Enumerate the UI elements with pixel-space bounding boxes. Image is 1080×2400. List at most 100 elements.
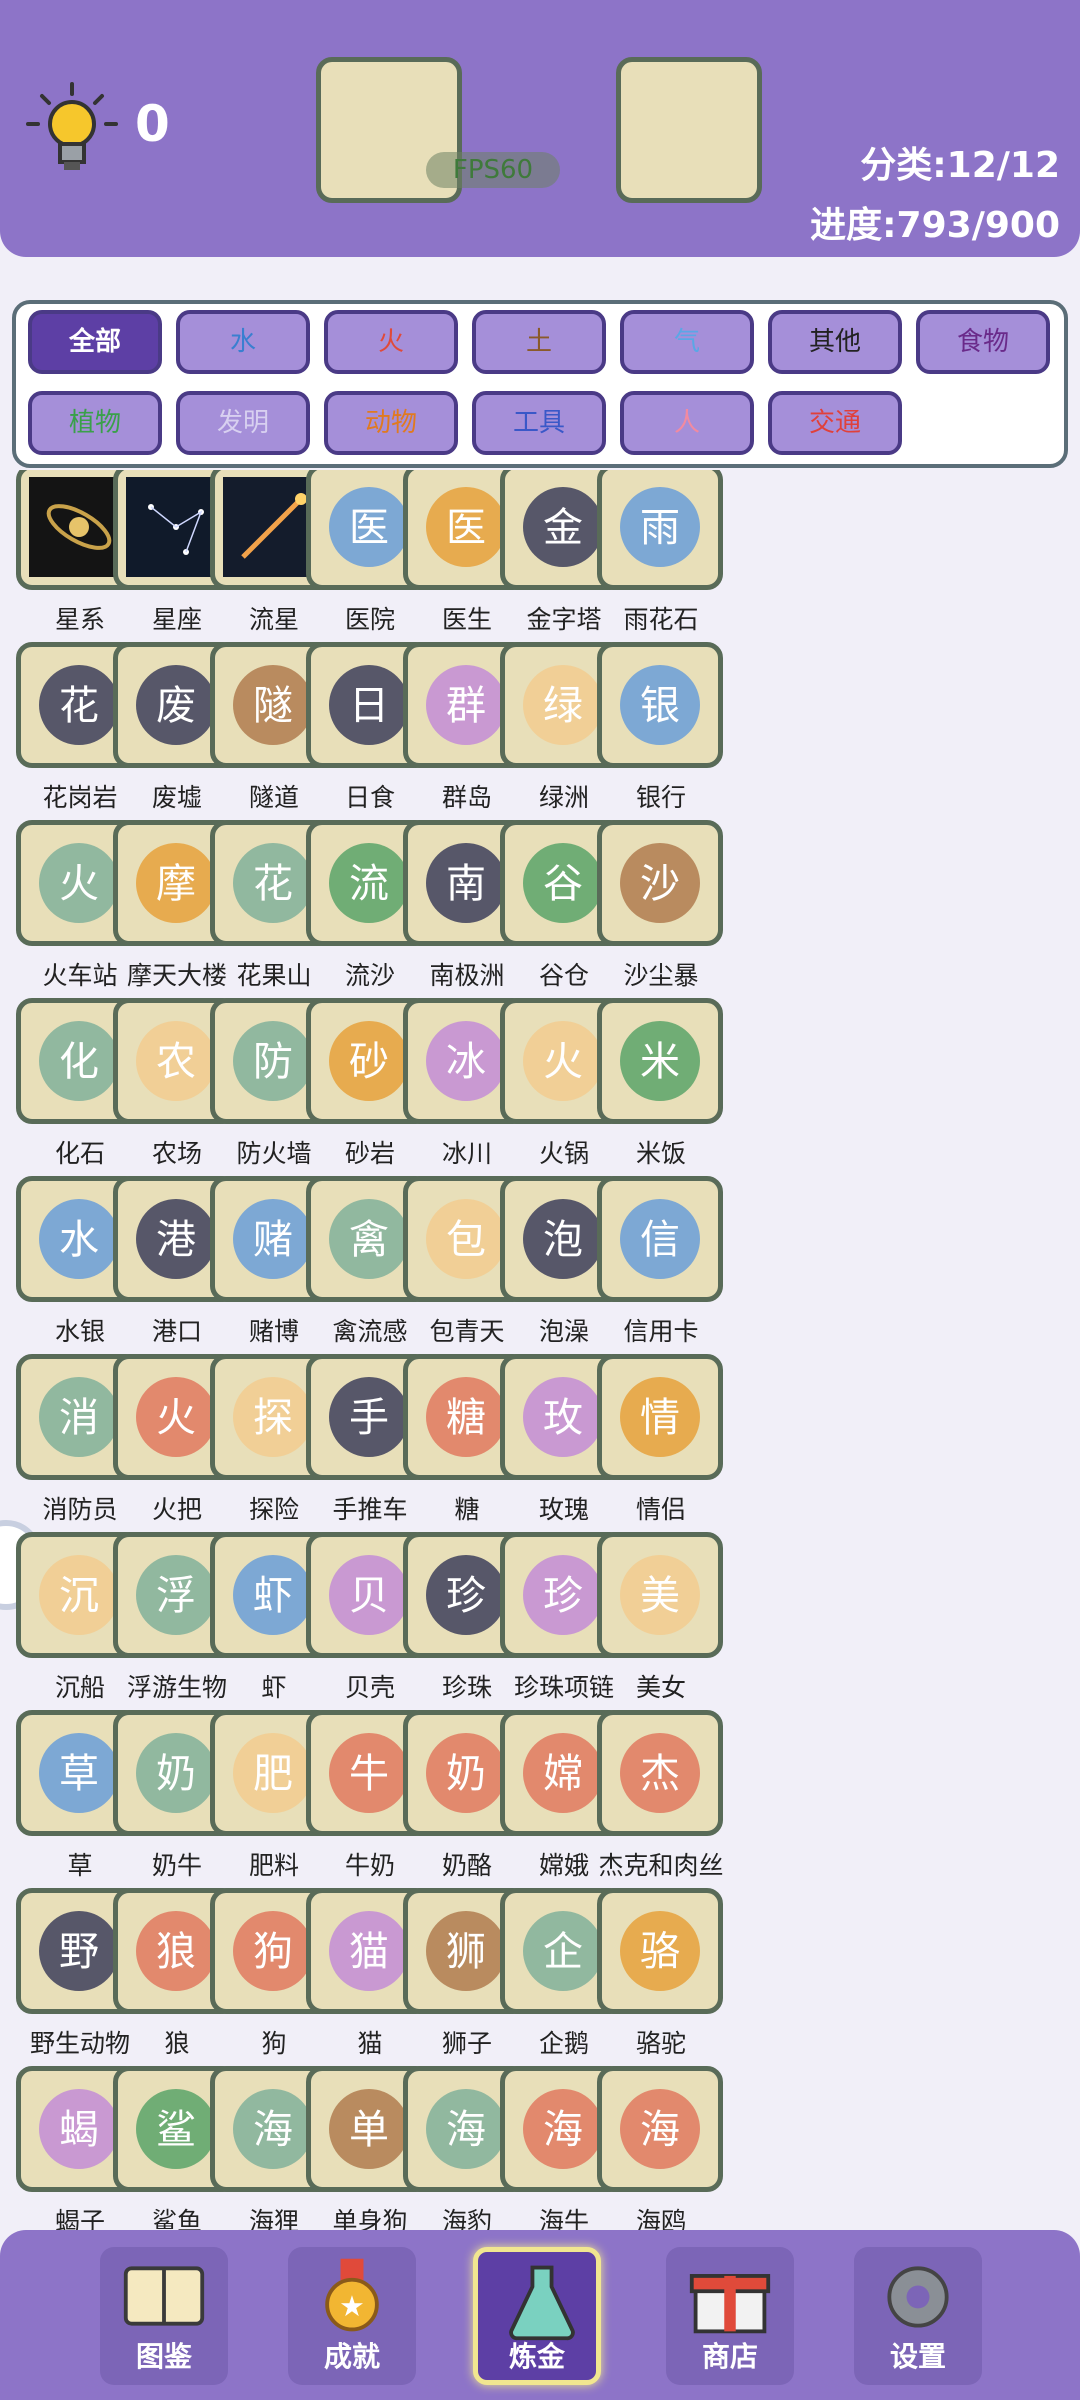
svg-text:企: 企 <box>543 1929 583 1975</box>
flask-icon <box>492 2258 592 2344</box>
svg-text:雨: 雨 <box>640 505 680 551</box>
svg-text:杰: 杰 <box>640 1751 680 1797</box>
svg-text:海: 海 <box>253 2107 293 2153</box>
svg-text:海: 海 <box>640 2107 680 2153</box>
svg-text:火: 火 <box>59 861 99 907</box>
element-label: 雨花石 <box>623 605 699 634</box>
seagull-icon[interactable]: 海 <box>597 2066 723 2192</box>
svg-text:嫦: 嫦 <box>543 1751 583 1797</box>
element-item[interactable]: 信信用卡 <box>589 1176 737 1354</box>
svg-text:医: 医 <box>349 505 389 551</box>
svg-text:狗: 狗 <box>253 1929 293 1975</box>
svg-text:信: 信 <box>640 1217 680 1263</box>
svg-text:★: ★ <box>339 2289 365 2323</box>
element-item[interactable]: 海海鸥 <box>589 2066 737 2230</box>
nav-medal[interactable]: ★ 成就 <box>288 2247 416 2385</box>
element-item[interactable]: 美美女 <box>589 1532 737 1710</box>
svg-text:沙: 沙 <box>640 861 680 907</box>
svg-text:草: 草 <box>59 1751 99 1797</box>
element-item[interactable]: 沙沙尘暴 <box>589 820 737 998</box>
nav-gear[interactable]: 设置 <box>854 2247 982 2385</box>
element-label: 骆驼 <box>635 2029 686 2058</box>
couple-icon[interactable]: 情 <box>597 1354 723 1480</box>
svg-text:珍: 珍 <box>446 1573 486 1619</box>
sandstorm-icon[interactable]: 沙 <box>597 820 723 946</box>
svg-text:花: 花 <box>253 861 293 907</box>
category-button[interactable]: 植物 <box>28 391 162 455</box>
svg-text:摩: 摩 <box>156 861 196 907</box>
bank-icon[interactable]: 银 <box>597 642 723 768</box>
woman-icon[interactable]: 美 <box>597 1532 723 1658</box>
category-button[interactable]: 动物 <box>324 391 458 455</box>
svg-text:废: 废 <box>156 683 196 729</box>
svg-text:虾: 虾 <box>253 1573 293 1619</box>
element-item[interactable]: 米米饭 <box>589 998 737 1176</box>
svg-text:奶: 奶 <box>156 1751 196 1797</box>
svg-text:牛: 牛 <box>349 1751 389 1797</box>
nav-flask[interactable]: 炼金 <box>473 2247 601 2385</box>
svg-text:冰: 冰 <box>446 1039 486 1085</box>
svg-text:金: 金 <box>543 505 583 551</box>
category-button[interactable]: 人 <box>620 391 754 455</box>
svg-text:珍: 珍 <box>543 1573 583 1619</box>
element-label: 情侣 <box>635 1495 686 1524</box>
category-button[interactable]: 土 <box>472 310 606 374</box>
svg-text:泡: 泡 <box>543 1217 583 1263</box>
svg-text:港: 港 <box>156 1217 196 1263</box>
element-label: 美女 <box>635 1673 686 1702</box>
element-label: 沙尘暴 <box>623 961 699 990</box>
element-label: 海鸥 <box>635 2207 686 2230</box>
pebbles-icon[interactable]: 雨 <box>597 470 723 590</box>
svg-text:野: 野 <box>59 1929 99 1975</box>
element-label: 杰克和肉丝 <box>598 1851 724 1880</box>
credit-card-icon[interactable]: 信 <box>597 1176 723 1302</box>
svg-text:探: 探 <box>253 1395 293 1441</box>
titanic-couple-icon[interactable]: 杰 <box>597 1710 723 1836</box>
svg-text:砂: 砂 <box>349 1039 389 1085</box>
category-button[interactable]: 发明 <box>176 391 310 455</box>
svg-text:赌: 赌 <box>253 1217 293 1263</box>
svg-text:流: 流 <box>349 861 389 907</box>
element-item[interactable]: 情情侣 <box>589 1354 737 1532</box>
bottom-nav: 图鉴 ★ 成就 炼金 商店 设置 <box>0 2230 1080 2400</box>
category-button[interactable]: 火 <box>324 310 458 374</box>
svg-text:禽: 禽 <box>349 1217 389 1263</box>
hint-count: 0 <box>135 95 170 153</box>
svg-text:狼: 狼 <box>156 1929 196 1975</box>
svg-text:贝: 贝 <box>349 1573 389 1619</box>
camel-icon[interactable]: 骆 <box>597 1888 723 2014</box>
element-item[interactable]: 雨雨花石 <box>589 470 737 642</box>
nav-label: 图鉴 <box>135 2340 192 2373</box>
fps-counter: FPS60 <box>426 152 560 188</box>
svg-text:南: 南 <box>446 861 486 907</box>
category-button[interactable]: 交通 <box>768 391 902 455</box>
category-button[interactable]: 其他 <box>768 310 902 374</box>
category-button[interactable]: 食物 <box>916 310 1050 374</box>
combine-slot-right[interactable] <box>616 57 762 203</box>
svg-text:日: 日 <box>349 683 389 729</box>
svg-text:奶: 奶 <box>446 1751 486 1797</box>
element-item[interactable]: 骆骆驼 <box>589 1888 737 2066</box>
element-item[interactable]: 银银行 <box>589 642 737 820</box>
lightbulb-icon[interactable] <box>22 80 122 180</box>
element-grid: 星系 星座 流星医医院医医生金金字塔雨雨花石花花岗岩废废墟隧隧道日日食群群岛绿绿洲银… <box>0 470 1080 2230</box>
svg-text:消: 消 <box>59 1395 99 1441</box>
svg-text:包: 包 <box>446 1217 486 1263</box>
element-item[interactable]: 杰杰克和肉丝 <box>589 1710 737 1888</box>
svg-text:单: 单 <box>349 2107 389 2153</box>
rice-icon[interactable]: 米 <box>597 998 723 1124</box>
nav-gift[interactable]: 商店 <box>666 2247 794 2385</box>
category-button[interactable]: 工具 <box>472 391 606 455</box>
svg-text:米: 米 <box>640 1039 680 1085</box>
element-label: 米饭 <box>635 1139 686 1168</box>
category-button[interactable]: 气 <box>620 310 754 374</box>
medal-icon: ★ <box>302 2253 402 2339</box>
nav-book[interactable]: 图鉴 <box>100 2247 228 2385</box>
svg-text:防: 防 <box>253 1039 293 1085</box>
category-button[interactable]: 水 <box>176 310 310 374</box>
svg-text:农: 农 <box>156 1039 196 1085</box>
category-button[interactable]: 全部 <box>28 310 162 374</box>
svg-text:医: 医 <box>446 505 486 551</box>
category-filter-panel: 全部水火土气其他 食物植物 发明 动物 工具人交通 <box>12 300 1068 468</box>
svg-text:银: 银 <box>640 683 680 729</box>
